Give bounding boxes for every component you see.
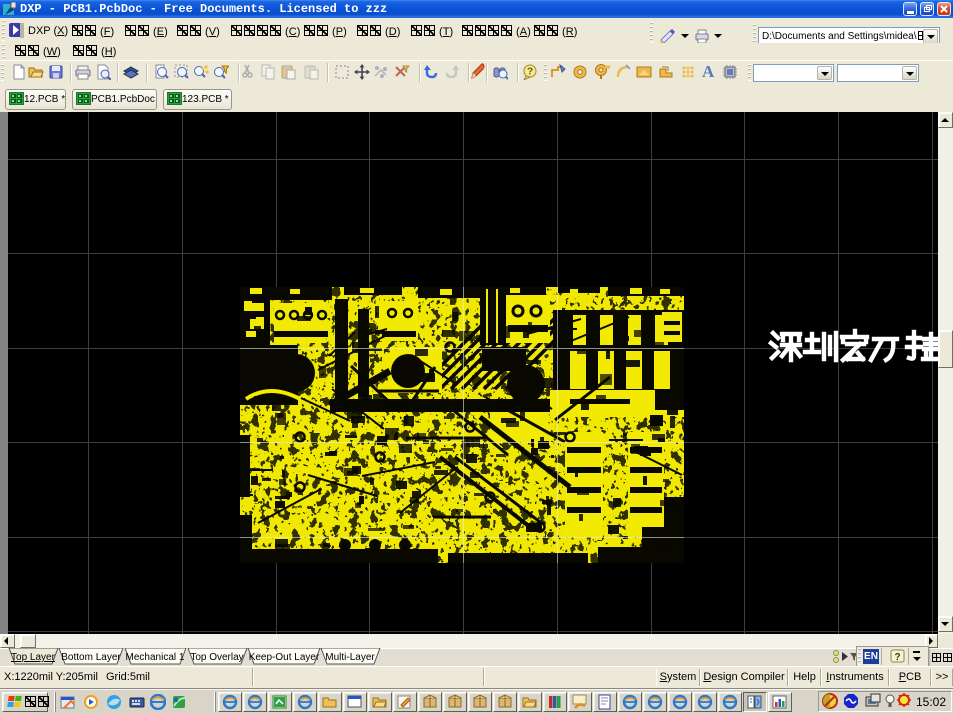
svg-text:Multi-Layer: Multi-Layer [325,652,375,663]
svg-text:Bottom Layer: Bottom Layer [61,652,121,663]
svg-text:?: ? [894,652,900,663]
svg-text:Keep-Out Layer: Keep-Out Layer [249,652,320,663]
svg-text:Top Overlay: Top Overlay [190,652,243,663]
svg-text:?: ? [527,67,533,78]
svg-text:Top Layer: Top Layer [11,652,56,663]
svg-text:Mechanical 1: Mechanical 1 [126,652,185,663]
